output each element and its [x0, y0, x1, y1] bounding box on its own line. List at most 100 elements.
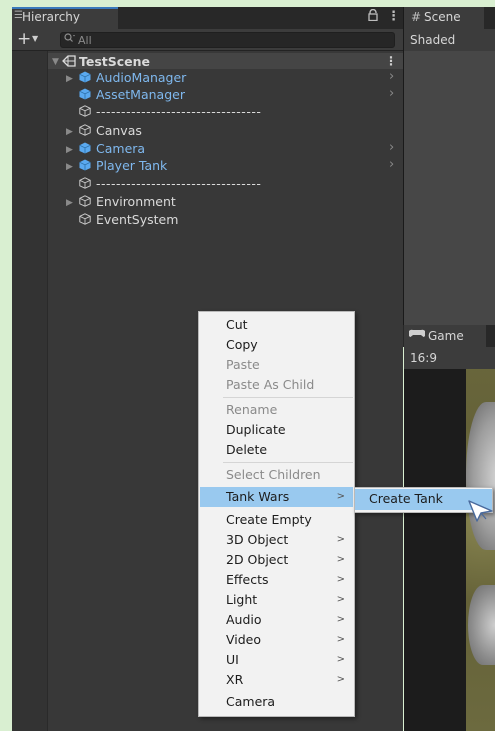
- menu-item-label: Tank Wars: [226, 489, 290, 504]
- gameobject-icon: [79, 177, 91, 192]
- chevron-right-icon: >: [336, 554, 345, 565]
- game-object-render: [468, 585, 495, 665]
- list-item[interactable]: AudioManager: [96, 70, 186, 85]
- menu-item-label: Light: [226, 592, 258, 607]
- menu-item-label: Cut: [226, 317, 248, 332]
- menu-item-label: Copy: [226, 337, 258, 352]
- prefab-cube-icon: [79, 88, 91, 103]
- chevron-right-icon: >: [336, 594, 345, 605]
- mouse-cursor-icon: [468, 500, 494, 525]
- add-button[interactable]: +: [17, 30, 31, 48]
- fold-closed-icon[interactable]: ▶: [66, 74, 73, 84]
- menu-item-label: Duplicate: [226, 422, 286, 437]
- menu-item-audio[interactable]: Audio >: [200, 610, 353, 630]
- prefab-cube-icon: [79, 159, 91, 174]
- menu-item-label: Paste As Child: [226, 377, 315, 392]
- menu-item-video[interactable]: Video >: [200, 630, 353, 650]
- list-item[interactable]: Player Tank: [96, 158, 167, 173]
- menu-item-label: Video: [226, 632, 262, 647]
- fold-closed-icon[interactable]: ▶: [66, 162, 73, 172]
- chevron-right-icon: >: [336, 491, 345, 502]
- list-item[interactable]: AssetManager: [96, 87, 185, 102]
- menu-item-label: Create Tank: [369, 491, 443, 506]
- chevron-right-icon: >: [336, 534, 345, 545]
- scene-options-icon[interactable]: ⋮: [385, 54, 397, 68]
- gameobject-icon: [79, 124, 91, 139]
- scene-name: TestScene: [79, 54, 151, 69]
- menu-item-label: UI: [226, 652, 239, 667]
- chevron-right-icon: >: [336, 574, 345, 585]
- menu-item-duplicate[interactable]: Duplicate: [200, 420, 353, 440]
- list-item[interactable]: EventSystem: [96, 212, 178, 227]
- search-input[interactable]: [78, 32, 378, 48]
- fold-open-icon[interactable]: ▼: [52, 57, 59, 67]
- menu-item-cut[interactable]: Cut: [200, 315, 353, 335]
- list-item[interactable]: ---------------------------------: [96, 104, 399, 119]
- list-item[interactable]: ---------------------------------: [96, 176, 399, 191]
- chevron-down-icon[interactable]: ▼: [32, 34, 38, 43]
- menu-item-light[interactable]: Light >: [200, 590, 353, 610]
- unity-scene-icon: [62, 54, 76, 71]
- menu-item-create-empty[interactable]: Create Empty: [200, 510, 353, 530]
- menu-separator: [223, 462, 353, 463]
- list-item[interactable]: Camera: [96, 141, 145, 156]
- menu-separator: [223, 397, 353, 398]
- menu-item-tank-wars[interactable]: Tank Wars >: [200, 487, 353, 507]
- hash-icon: #: [411, 10, 422, 24]
- menu-item-label: Create Empty: [226, 512, 312, 527]
- menu-item-label: XR: [226, 672, 244, 687]
- menu-item-label: Camera: [226, 694, 276, 709]
- menu-item-paste-as-child: Paste As Child: [200, 375, 353, 395]
- menu-item-ui[interactable]: UI >: [200, 650, 353, 670]
- menu-item-select-children: Select Children: [200, 465, 353, 485]
- background-strip: [0, 0, 12, 731]
- hierarchy-gutter: [12, 51, 48, 731]
- menu-item-3d-object[interactable]: 3D Object >: [200, 530, 353, 550]
- menu-item-copy[interactable]: Copy: [200, 335, 353, 355]
- gameobject-icon: [79, 105, 91, 120]
- menu-item-label: Audio: [226, 612, 262, 627]
- menu-item-camera[interactable]: Camera: [200, 692, 353, 712]
- search-icon: [64, 33, 76, 46]
- scene-viewport[interactable]: [404, 51, 495, 325]
- context-menu: Cut Copy Paste Paste As Child Rename Dup…: [198, 311, 355, 717]
- fold-closed-icon[interactable]: ▶: [66, 145, 73, 155]
- prefab-cube-icon: [79, 71, 91, 86]
- menu-item-rename: Rename: [200, 400, 353, 420]
- chevron-right-icon: >: [336, 674, 345, 685]
- chevron-right-icon[interactable]: ›: [389, 86, 394, 101]
- chevron-right-icon: >: [336, 614, 345, 625]
- shading-mode-dropdown[interactable]: Shaded: [410, 33, 455, 47]
- prefab-cube-icon: [79, 142, 91, 157]
- menu-item-xr[interactable]: XR >: [200, 670, 353, 690]
- tab-hierarchy-label: Hierarchy: [22, 10, 81, 24]
- menu-item-2d-object[interactable]: 2D Object >: [200, 550, 353, 570]
- menu-item-label: Paste: [226, 357, 260, 372]
- menu-item-label: Rename: [226, 402, 278, 417]
- chevron-right-icon[interactable]: ›: [389, 157, 394, 172]
- chevron-right-icon: >: [336, 634, 345, 645]
- menu-item-effects[interactable]: Effects >: [200, 570, 353, 590]
- menu-item-label: 3D Object: [226, 532, 289, 547]
- more-options-icon[interactable]: ⋮: [387, 9, 400, 24]
- menu-item-label: Select Children: [226, 467, 321, 482]
- chevron-right-icon[interactable]: ›: [389, 140, 394, 155]
- gameobject-icon: [79, 213, 91, 228]
- gutter-divider: [47, 51, 48, 731]
- chevron-right-icon[interactable]: ›: [389, 69, 394, 84]
- menu-item-label: 2D Object: [226, 552, 289, 567]
- menu-item-paste: Paste: [200, 355, 353, 375]
- menu-item-label: Delete: [226, 442, 268, 457]
- fold-closed-icon[interactable]: ▶: [66, 127, 73, 137]
- list-item[interactable]: Canvas: [96, 123, 142, 138]
- lock-icon[interactable]: [368, 8, 378, 24]
- menu-item-delete[interactable]: Delete: [200, 440, 353, 460]
- menu-item-label: Effects: [226, 572, 269, 587]
- unity-editor-window: ☰ Hierarchy ⋮ + ▼ ▼ TestScene ⋮ ▶ AudioM…: [0, 0, 495, 731]
- fold-closed-icon[interactable]: ▶: [66, 198, 73, 208]
- tab-game-label: Game: [428, 329, 464, 343]
- chevron-right-icon: >: [336, 654, 345, 665]
- aspect-ratio-dropdown[interactable]: 16:9: [410, 351, 437, 365]
- list-item[interactable]: Environment: [96, 194, 176, 209]
- tab-scene-label: Scene: [424, 10, 461, 24]
